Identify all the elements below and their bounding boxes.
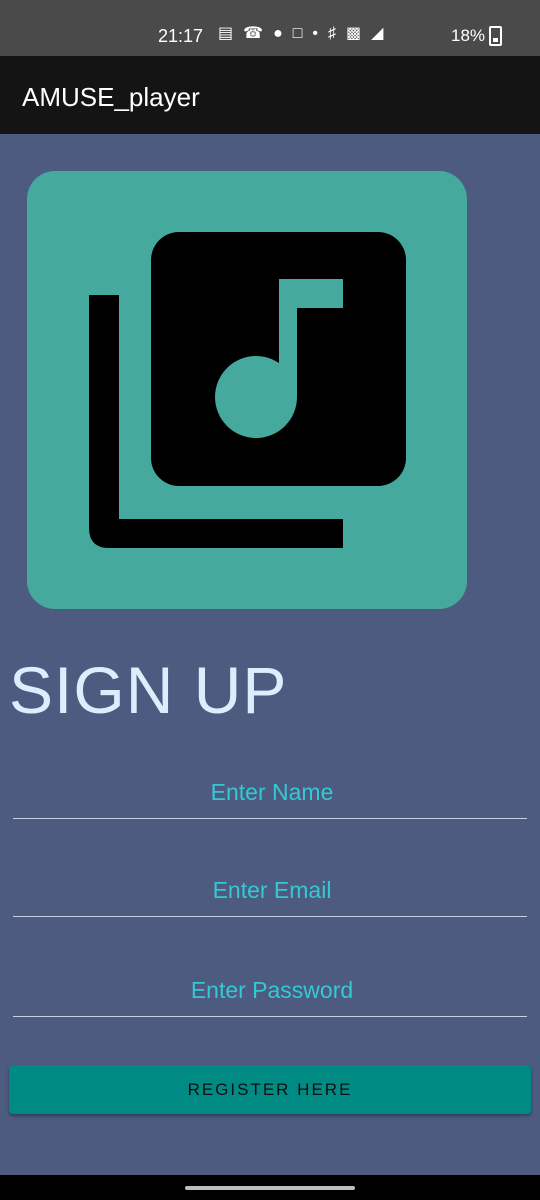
chat-bubble-icon: ● [273,25,283,42]
dot-icon: • [312,25,319,42]
password-input[interactable] [13,965,531,1015]
music-library-icon [89,232,406,548]
missed-call-icon: ☎ [243,25,264,42]
status-bar: 21:17 ▤ ☎ ● □ • ♯ ▩ ◢ 18% [0,0,540,56]
app-bar: AMUSE_player [0,56,540,134]
battery-percent: 18% [451,26,486,45]
app-logo [27,171,467,609]
name-underline [13,818,527,819]
home-indicator[interactable] [185,1186,355,1190]
mute-icon: ♯ [328,25,337,42]
email-field [13,865,531,917]
password-underline [13,1016,527,1017]
register-button[interactable]: REGISTER HERE [9,1065,531,1114]
message-icon: ▤ [218,25,234,42]
password-field [13,965,531,1017]
volte-icon: ▩ [346,25,362,42]
name-input[interactable] [13,767,531,817]
status-icons: ▤ ☎ ● □ • ♯ ▩ ◢ [218,24,383,44]
email-underline [13,916,527,917]
battery-indicator: 18% [451,26,503,46]
page-title: SIGN UP [9,653,288,727]
app-title: AMUSE_player [22,82,200,112]
email-input[interactable] [13,865,531,915]
signal-4g-icon: ◢ [371,25,384,42]
battery-icon [489,26,503,46]
name-field [13,767,531,819]
status-time: 21:17 [158,26,204,46]
instagram-icon: □ [292,25,303,42]
